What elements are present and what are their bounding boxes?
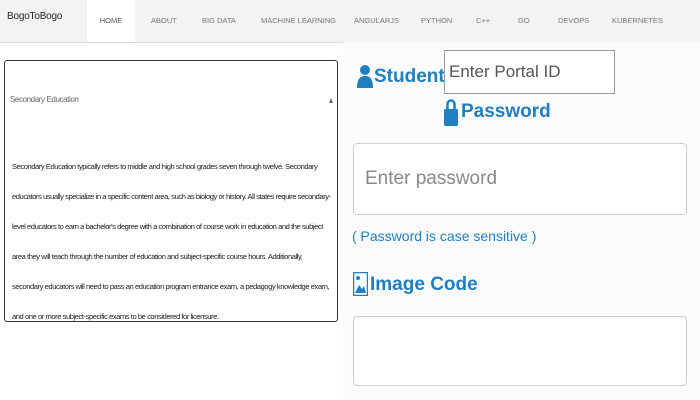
nav-devops[interactable]: DEVOPS	[558, 0, 589, 42]
caret-up-icon[interactable]	[329, 98, 333, 103]
password-input[interactable]	[353, 143, 687, 215]
image-icon	[353, 272, 368, 296]
brand-logo[interactable]: BogoToBogo	[7, 11, 62, 22]
nav-python[interactable]: PYTHON	[421, 0, 452, 42]
nav-about[interactable]: ABOUT	[151, 0, 177, 42]
top-navbar: BogoToBogo HOME ABOUT BIG DATA MACHINE L…	[0, 0, 700, 43]
nav-kubernetes[interactable]: KUBERNETES	[612, 0, 663, 42]
password-label: Password	[461, 101, 551, 122]
panel-title[interactable]: Secondary Education	[10, 95, 79, 104]
panel-body-text: Secondary Education typically refers to …	[12, 162, 331, 321]
image-code-input[interactable]	[353, 316, 687, 386]
portal-id-input[interactable]	[444, 50, 615, 94]
nav-go[interactable]: GO	[518, 0, 530, 42]
nav-big-data[interactable]: BIG DATA	[202, 0, 236, 42]
user-icon	[357, 65, 373, 88]
nav-cpp[interactable]: C++	[476, 0, 490, 42]
image-code-label: Image Code	[370, 274, 478, 295]
nav-home[interactable]: HOME	[87, 0, 135, 42]
nav-machine-learning[interactable]: MACHINE LEARNING	[261, 0, 336, 42]
lock-icon	[444, 99, 458, 126]
case-sensitive-note: ( Password is case sensitive )	[352, 228, 537, 244]
nav-angularjs[interactable]: ANGULARJS	[354, 0, 399, 42]
